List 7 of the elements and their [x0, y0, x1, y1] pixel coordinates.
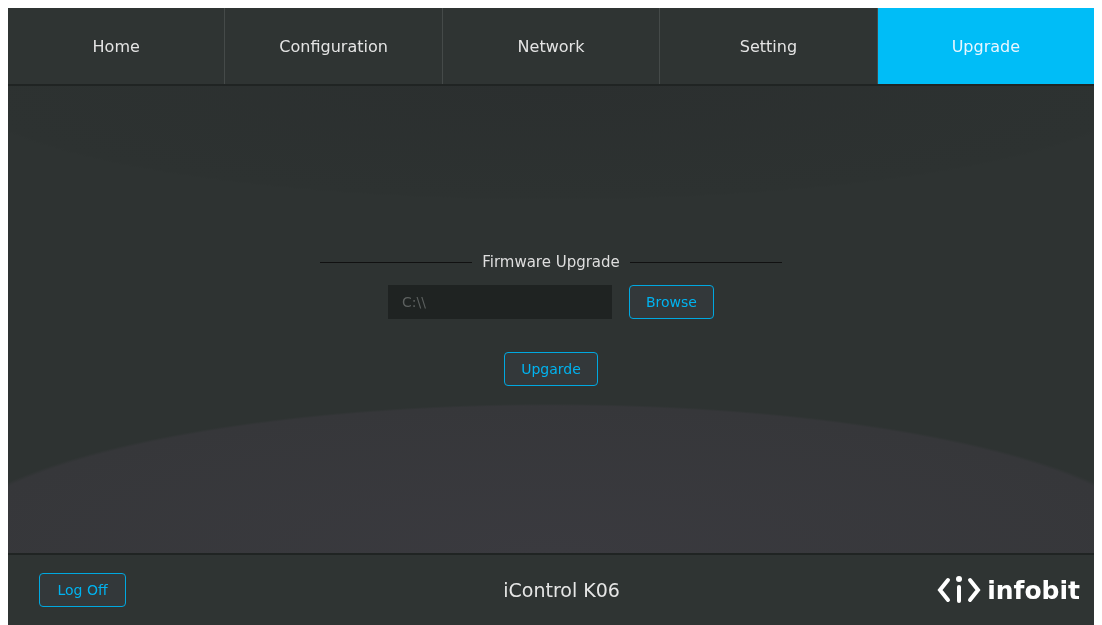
logo-icon — [937, 575, 982, 605]
log-off-button[interactable]: Log Off — [39, 573, 126, 607]
browse-button[interactable]: Browse — [629, 285, 714, 319]
section-title: Firmware Upgrade — [482, 253, 620, 271]
brand-name: infobit — [987, 575, 1080, 605]
device-name: iControl K06 — [503, 579, 620, 601]
upgrade-button[interactable]: Upgarde — [504, 352, 598, 386]
